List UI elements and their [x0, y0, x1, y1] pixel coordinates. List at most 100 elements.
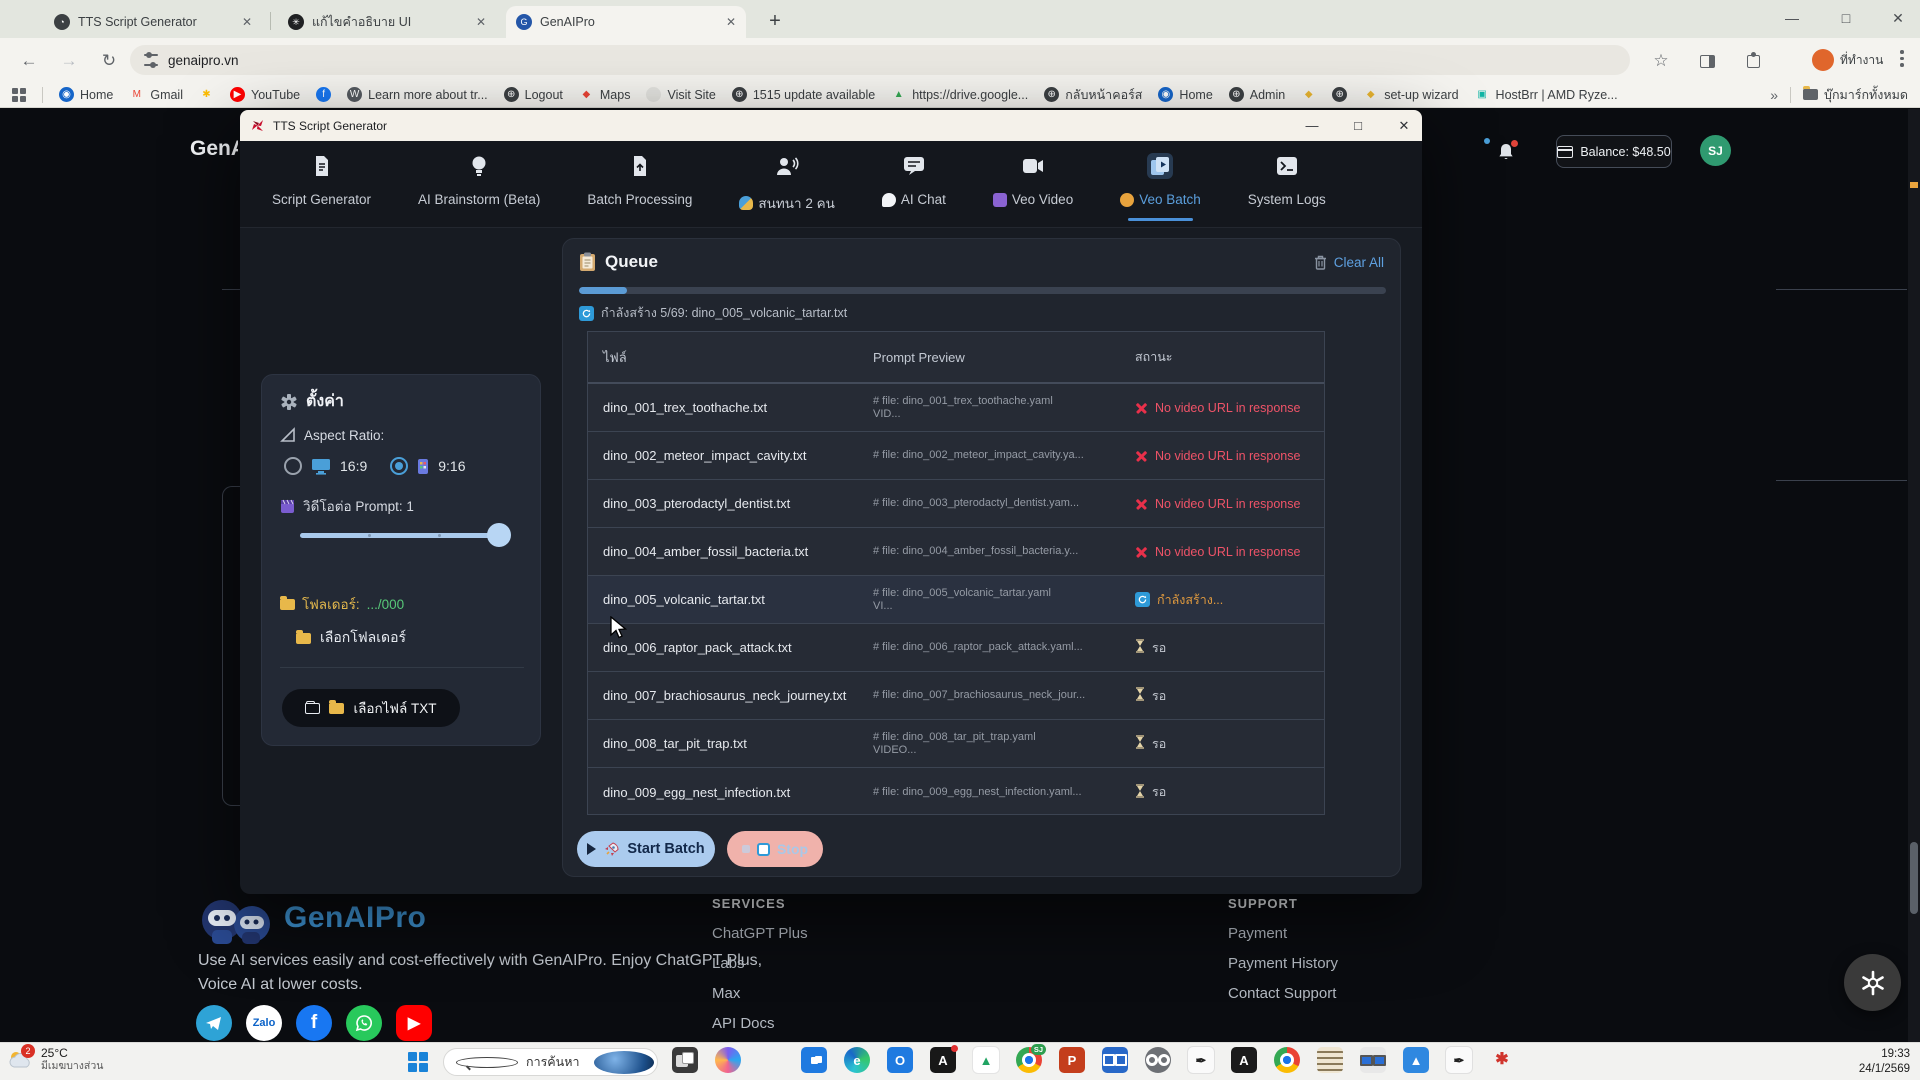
reload-button[interactable]: ↻ [96, 48, 122, 74]
footer-link[interactable]: ChatGPT Plus [712, 925, 808, 942]
taskbar-app-icon[interactable]: ✱ [1489, 1047, 1515, 1073]
whatsapp-icon[interactable] [346, 1005, 382, 1041]
tab-system-logs[interactable]: System Logs [1248, 153, 1326, 207]
taskbar-app-icon[interactable] [672, 1047, 698, 1073]
taskbar-app-icon[interactable] [1317, 1047, 1343, 1073]
taskbar-app-icon[interactable]: ▲ [1403, 1047, 1429, 1073]
bookmark-star-icon[interactable]: ☆ [1648, 48, 1674, 74]
app-maximize-button[interactable]: □ [1336, 110, 1380, 141]
footer-link[interactable]: API Docs [712, 1015, 808, 1032]
tab-close-icon[interactable]: ✕ [476, 15, 486, 29]
stop-button[interactable]: Stop [727, 831, 823, 867]
ratio-16-9-label[interactable]: 16:9 [340, 458, 367, 474]
bookmark-item[interactable]: f [316, 87, 331, 102]
browser-maximize-button[interactable]: □ [1826, 4, 1866, 32]
queue-table-row[interactable]: dino_007_brachiosaurus_neck_journey.txt … [588, 672, 1324, 720]
taskbar-app-icon[interactable]: O [887, 1047, 913, 1073]
queue-table-row[interactable]: dino_006_raptor_pack_attack.txt # file: … [588, 624, 1324, 672]
slider-thumb[interactable] [487, 523, 511, 547]
taskbar-search[interactable]: การค้นหา [443, 1048, 658, 1076]
bookmark-item[interactable]: ⊕ [1332, 87, 1347, 102]
queue-table-row[interactable]: dino_009_egg_nest_infection.txt # file: … [588, 768, 1324, 816]
apps-grid-icon[interactable] [12, 88, 26, 102]
youtube-icon[interactable]: ▶ [396, 1005, 432, 1041]
tab-batch-processing[interactable]: Batch Processing [587, 153, 692, 207]
balance-pill[interactable]: Balance: $48.50 [1556, 135, 1672, 168]
new-tab-button[interactable]: + [762, 8, 788, 34]
taskbar-app-icon[interactable]: e [844, 1047, 870, 1073]
tab-conversation-2-person[interactable]: สนทนา 2 คน [739, 153, 834, 214]
taskbar-app-icon[interactable]: ✒ [1446, 1047, 1472, 1073]
browser-tab-2[interactable]: ✳ แก้ไขคำอธิบาย UI ✕ [278, 6, 496, 38]
browser-tab-1[interactable]: ◔ TTS Script Generator ✕ [44, 6, 262, 38]
radio-9-16-selected[interactable] [390, 457, 408, 475]
tab-veo-video[interactable]: Veo Video [993, 153, 1073, 207]
extensions-puzzle-icon[interactable] [1740, 48, 1766, 74]
tab-veo-batch-active[interactable]: Veo Batch [1120, 153, 1201, 207]
queue-table-row[interactable]: dino_008_tar_pit_trap.txt # file: dino_0… [588, 720, 1324, 768]
clear-all-button[interactable]: Clear All [1314, 255, 1384, 270]
taskbar-app-icon[interactable]: P [1059, 1047, 1085, 1073]
footer-link[interactable]: Labs [712, 955, 808, 972]
tab-ai-brainstorm[interactable]: AI Brainstorm (Beta) [418, 153, 540, 207]
bookmark-item[interactable]: ◆ [1301, 87, 1316, 102]
site-settings-icon[interactable] [144, 54, 158, 66]
radio-16-9[interactable] [284, 457, 302, 475]
bookmark-item[interactable]: ◉ Home [59, 87, 113, 102]
tab-ai-chat[interactable]: AI Chat [882, 153, 946, 207]
bookmark-item[interactable]: ◉ Home [1158, 87, 1212, 102]
user-avatar[interactable]: SJ [1700, 135, 1731, 166]
taskbar-app-icon[interactable]: SJ [1016, 1047, 1042, 1073]
queue-table-row[interactable]: dino_003_pterodactyl_dentist.txt # file:… [588, 480, 1324, 528]
back-button[interactable]: ← [16, 48, 42, 74]
scrollbar-thumb[interactable] [1910, 842, 1918, 914]
bookmark-item[interactable]: ⊕ Logout [504, 87, 563, 102]
footer-link[interactable]: Contact Support [1228, 985, 1338, 1002]
select-txt-file-button[interactable]: เลือกไฟล์ TXT [282, 689, 460, 727]
app-close-button[interactable]: ✕ [1382, 110, 1422, 141]
taskbar-app-icon[interactable]: A [1231, 1047, 1257, 1073]
queue-table-row[interactable]: dino_001_trex_toothache.txt # file: dino… [588, 384, 1324, 432]
taskbar-app-icon[interactable] [1360, 1047, 1386, 1073]
taskbar-app-icon[interactable] [801, 1047, 827, 1073]
facebook-icon[interactable]: f [296, 1005, 332, 1041]
bookmark-item[interactable]: ⊕ Admin [1229, 87, 1285, 102]
bookmark-item[interactable]: W Learn more about tr... [347, 87, 488, 102]
bookmark-item[interactable]: ▲ https://drive.google... [891, 87, 1028, 102]
bookmark-item[interactable]: M Gmail [129, 87, 183, 102]
bookmark-item[interactable]: ▣ HostBrr | AMD Ryze... [1475, 87, 1618, 102]
bookmark-item[interactable]: ✱ [199, 87, 214, 102]
tab-close-icon[interactable]: ✕ [726, 15, 736, 29]
app-minimize-button[interactable]: — [1290, 110, 1334, 141]
browser-tab-3-active[interactable]: G GenAIPro ✕ [506, 6, 746, 38]
start-button[interactable] [408, 1052, 428, 1072]
all-bookmarks-button[interactable]: บุ๊กมาร์กทั้งหมด [1803, 85, 1908, 105]
taskbar-app-icon[interactable]: ✒ [1188, 1047, 1214, 1073]
videos-slider-track[interactable] [300, 533, 510, 538]
queue-table-row[interactable]: dino_005_volcanic_tartar.txt # file: din… [588, 576, 1324, 624]
footer-link[interactable]: Payment [1228, 925, 1338, 942]
side-panel-icon[interactable] [1694, 48, 1720, 74]
start-batch-button[interactable]: Start Batch [577, 831, 715, 867]
taskbar-app-icon[interactable] [1102, 1047, 1128, 1073]
footer-link[interactable]: Payment History [1228, 955, 1338, 972]
app-title-bar[interactable]: TTS Script Generator — □ ✕ [240, 110, 1422, 141]
queue-table-row[interactable]: dino_004_amber_fossil_bacteria.txt # fil… [588, 528, 1324, 576]
select-folder-button[interactable]: เลือกโฟลเดอร์ [296, 627, 406, 649]
bookmark-item[interactable]: ◆ Maps [579, 87, 631, 102]
zalo-icon[interactable]: Zalo [246, 1005, 282, 1041]
bookmarks-overflow-chevron[interactable]: » [1770, 87, 1778, 103]
bookmark-item[interactable]: Visit Site [646, 87, 715, 102]
address-bar[interactable]: genaipro.vn [130, 45, 1630, 75]
browser-minimize-button[interactable]: — [1772, 4, 1812, 32]
taskbar-clock[interactable]: 19:33 24/1/2569 [1859, 1047, 1910, 1077]
queue-table-row[interactable]: dino_002_meteor_impact_cavity.txt # file… [588, 432, 1324, 480]
taskbar-app-icon[interactable] [1145, 1047, 1171, 1073]
notification-bell-icon[interactable] [1496, 142, 1516, 167]
taskbar-app-icon[interactable]: A [930, 1047, 956, 1073]
forward-button[interactable]: → [56, 48, 82, 74]
ratio-9-16-label[interactable]: 9:16 [438, 458, 465, 474]
taskbar-app-icon[interactable]: ▲ [973, 1047, 999, 1073]
bookmark-item[interactable]: ◆ set-up wizard [1363, 87, 1458, 102]
browser-close-button[interactable]: ✕ [1878, 4, 1918, 32]
